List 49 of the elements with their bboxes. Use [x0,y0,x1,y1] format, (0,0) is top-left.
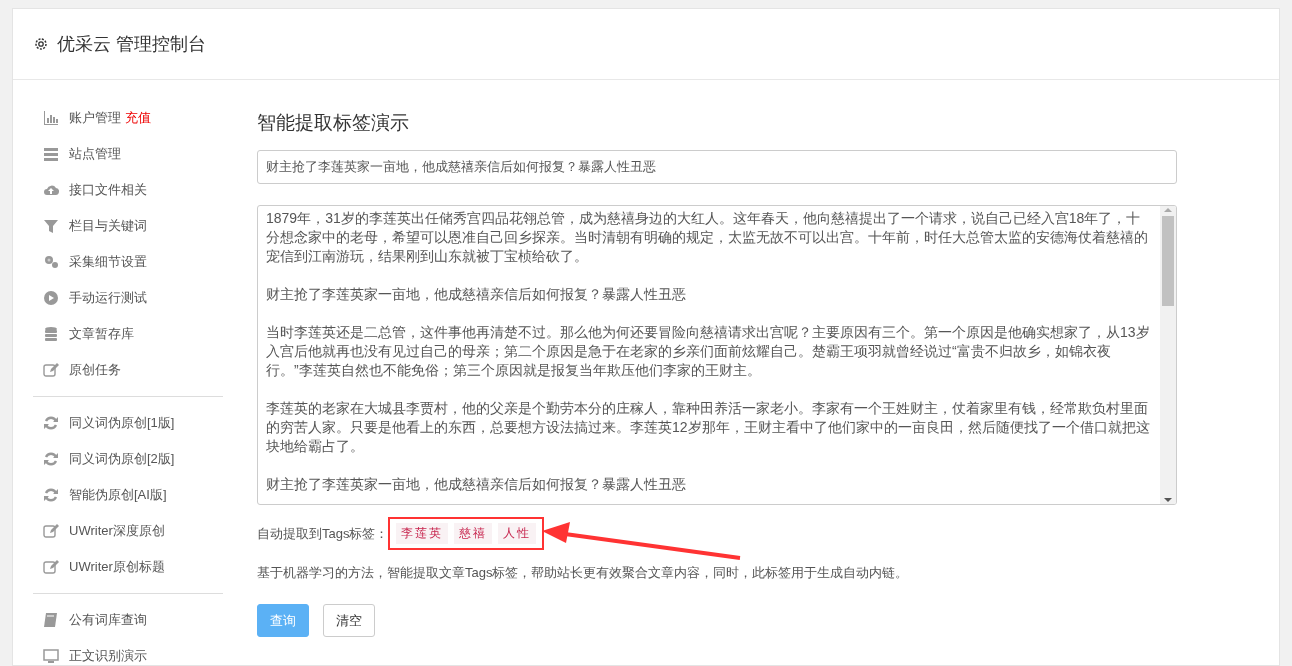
sidebar-link[interactable]: 采集细节设置 [69,253,147,271]
sidebar-link[interactable]: 同义词伪原创[1版] [69,414,175,432]
server-icon [43,146,59,162]
sidebar-link[interactable]: 栏目与关键词 [69,217,147,235]
sidebar-link[interactable]: UWriter深度原创 [69,522,165,540]
article-paragraph: 当时李莲英还是二总管，这件事他再清楚不过。那么他为何还要冒险向慈禧请求出宫呢？主要原因有三个。第一个原因是他确实想家了，从13岁入宫后他就再也没有见过自己的母亲；第二个原因是急于在老家的乡亲们面前炫耀自己。楚霸王项羽就曾经说过“富贵不归故乡，如锦衣夜行。”李莲英自然也不能免俗；第三个原因就是报复当年欺压他们李家的王财主。 [266,323,1151,380]
sidebar-link[interactable]: 智能伪原创[AI版] [69,486,167,504]
description-text: 基于机器学习的方法，智能提取文章Tags标签，帮助站长更有效聚合文章内容，同时，此标签用于生成自动内链。 [257,564,910,582]
clear-button[interactable]: 清空 [323,604,375,637]
article-paragraph: 1879年，31岁的李莲英出任储秀宫四品花翎总管，成为慈禧身边的大红人。这年春天，他向慈禧提出了一个请求，说自己已经入宫18年了，十分想念家中的老母，希望可以恩准自己回乡探亲。当时清朝有明确的规定，太监无故不可以出宫。十年前，时任大总管太监的安德海仗着慈禧的宠信到江南游玩，结果刚到山东就被丁宝桢给砍了。 [266,209,1149,266]
book-icon [43,612,59,628]
refresh-icon [43,487,59,503]
console-title: 优采云 管理控制台 [57,33,206,56]
recharge-link[interactable]: 充值 [125,109,151,127]
sidebar-link[interactable]: 正文识别演示 [69,647,147,665]
sidebar-link[interactable]: 公有词库查询 [69,611,147,629]
article-paragraph: 李莲英的老家在大城县李贾村，他的父亲是个勤劳本分的庄稼人，靠种田养活一家老小。李家有一个王姓财主，仗着家里有钱，经常欺负村里面的穷苦人家。只要是他看上的东西，总要想方设法搞过来。李莲英12岁那年，王财主看中了他们家中的一亩良田，然后随便找了一个借口就把这块地给霸占了。 [266,399,1151,456]
refresh-icon [43,415,59,431]
sidebar-link[interactable]: 账户管理 [69,109,121,127]
tag: 李莲英 [396,523,449,544]
title-field[interactable]: 财主抢了李莲英家一亩地，他成慈禧亲信后如何报复？暴露人性丑恶 [257,150,1177,184]
bar-chart-icon [43,110,59,126]
scrollbar[interactable] [1160,206,1176,504]
sidebar-link[interactable]: 站点管理 [69,145,121,163]
sidebar-link[interactable]: 原创任务 [69,361,121,379]
monitor-icon [43,648,59,664]
refresh-icon [43,451,59,467]
sidebar-link[interactable]: 手动运行测试 [69,289,147,307]
article-paragraph: 财主抢了李莲英家一亩地，他成慈禧亲信后如何报复？暴露人性丑恶 [266,475,687,494]
article-field[interactable] [257,205,1177,505]
edit-icon [43,559,59,575]
database-icon [43,326,59,342]
edit-icon [43,362,59,378]
settings-icon [33,36,49,52]
sidebar-link[interactable]: 文章暂存库 [69,325,134,343]
tag: 人性 [498,523,537,544]
tag: 慈禧 [454,523,493,544]
scroll-up-icon[interactable] [1164,206,1172,214]
sidebar-link[interactable]: UWriter原创标题 [69,558,165,576]
scroll-down-icon[interactable] [1164,496,1172,504]
scrollbar-thumb[interactable] [1162,216,1174,306]
article-paragraph: 财主抢了李莲英家一亩地，他成慈禧亲信后如何报复？暴露人性丑恶 [266,285,687,304]
section-heading: 智能提取标签演示 [257,111,410,135]
tags-label: 自动提取到Tags标签： [257,524,389,543]
play-icon [43,290,59,306]
sidebar-link[interactable]: 接口文件相关 [69,181,147,199]
filter-icon [43,218,59,234]
sidebar-link[interactable]: 同义词伪原创[2版] [69,450,175,468]
edit-icon [43,523,59,539]
